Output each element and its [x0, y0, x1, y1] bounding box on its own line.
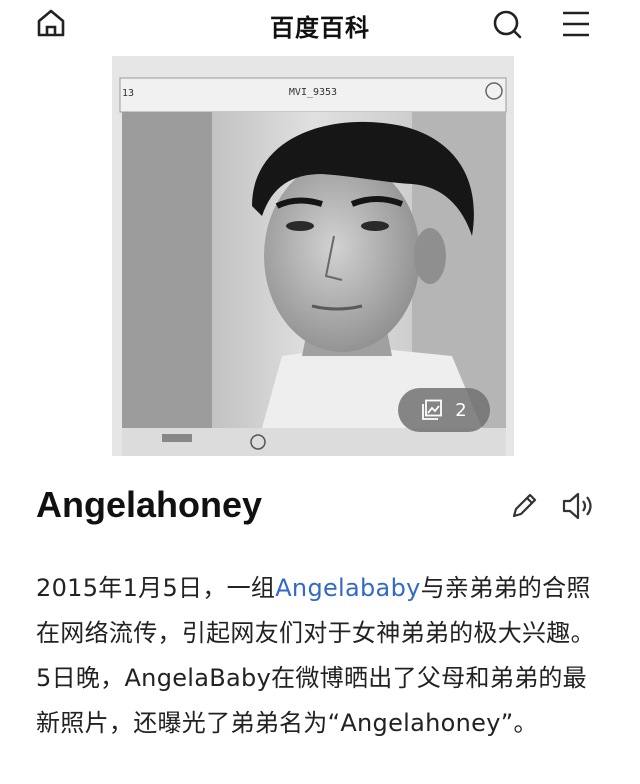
gallery-icon — [422, 399, 443, 420]
angelababy-link[interactable]: Angelababy — [275, 574, 420, 602]
read-aloud-button[interactable] — [560, 490, 596, 522]
menu-icon — [563, 11, 589, 37]
screen-title: MVI_9353 — [288, 87, 338, 98]
entry-title: Angelahoney — [36, 484, 263, 525]
edit-button[interactable] — [508, 490, 540, 522]
pencil-icon — [512, 493, 537, 518]
gallery-count: 2 — [455, 399, 467, 421]
gallery-badge[interactable]: 2 — [398, 388, 490, 432]
search-button[interactable] — [489, 6, 525, 42]
menu-button[interactable] — [558, 6, 594, 42]
entry-paragraph: 2015年1月5日，一组Angelababy与亲弟弟的合照在网络流传，引起网友们… — [36, 566, 608, 746]
paragraph-text-start: 2015年1月5日，一组 — [36, 574, 276, 602]
search-icon — [493, 10, 522, 39]
entry-photo[interactable]: 13 MVI_9353 2 — [112, 56, 514, 456]
speaker-icon — [562, 492, 592, 520]
top-nav-bar: 百度百科 — [0, 0, 640, 50]
site-title: 百度百科 — [270, 14, 370, 42]
